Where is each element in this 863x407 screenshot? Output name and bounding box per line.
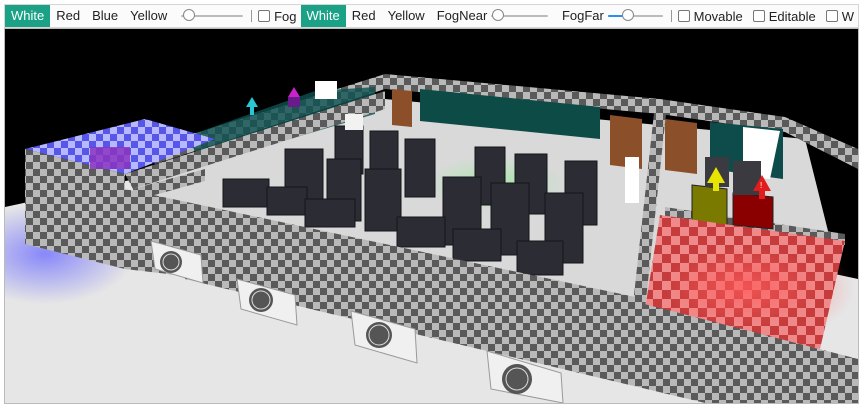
slider-thumb[interactable] [621,9,634,21]
light-intensity-slider[interactable] [181,5,244,27]
fog-near-label: FogNear [436,8,488,23]
fog-yellow-button[interactable]: Yellow [382,5,431,27]
white-panel [625,157,639,203]
checkbox-box[interactable] [825,10,838,22]
light-blue-button[interactable]: Blue [86,5,124,27]
checkbox-box[interactable] [258,10,271,22]
red-light-glow [665,247,825,327]
arrow-up-icon [288,87,300,97]
truncated-label: W [841,8,855,24]
marker-stem [713,183,719,191]
red-equipment-box[interactable] [732,192,774,230]
door [392,89,412,127]
slider-thumb[interactable] [492,9,505,21]
server-rack[interactable] [222,178,270,208]
server-rack[interactable] [364,168,402,232]
light-red-button[interactable]: Red [50,5,86,27]
movable-checkbox[interactable]: Movable [677,8,743,24]
purple-panel [90,147,130,169]
divider [251,10,253,22]
server-rack[interactable] [304,198,356,228]
scene-canvas[interactable]: ! [5,29,858,403]
white-box [345,114,363,130]
toolbar: White Red Blue Yellow Fog White Red Yell… [4,4,859,28]
marker-stem [759,191,765,199]
alert-glyph: ! [760,181,762,190]
fog-checkbox[interactable]: Fog [258,8,297,24]
truncated-checkbox[interactable]: W [825,8,855,24]
magenta-marker[interactable] [288,87,300,107]
fog-near-slider[interactable] [491,5,548,27]
server-rack[interactable] [396,216,446,248]
fog-far-slider[interactable] [607,5,663,27]
door [665,119,697,174]
server-rack[interactable] [452,228,502,262]
slider-thumb[interactable] [183,9,196,21]
server-rack[interactable] [266,186,308,216]
fog-red-button[interactable]: Red [346,5,382,27]
light-white-button[interactable]: White [5,5,51,27]
server-rack[interactable] [516,240,564,276]
fog-label: Fog [274,8,297,24]
fog-far-label: FogFar [561,8,604,23]
editable-label: Editable [768,8,816,24]
white-box [315,81,337,99]
3d-viewport[interactable]: ! [4,28,859,404]
movable-label: Movable [693,8,743,24]
divider [670,10,672,22]
arrow-up-icon [246,97,258,107]
marker-stem [250,107,254,115]
checkbox-box[interactable] [752,10,765,22]
marker-base [288,97,300,107]
editable-checkbox[interactable]: Editable [752,8,816,24]
light-yellow-button[interactable]: Yellow [124,5,173,27]
server-rack[interactable] [404,138,436,198]
checkbox-box[interactable] [677,10,690,22]
fog-white-button[interactable]: White [300,5,346,27]
